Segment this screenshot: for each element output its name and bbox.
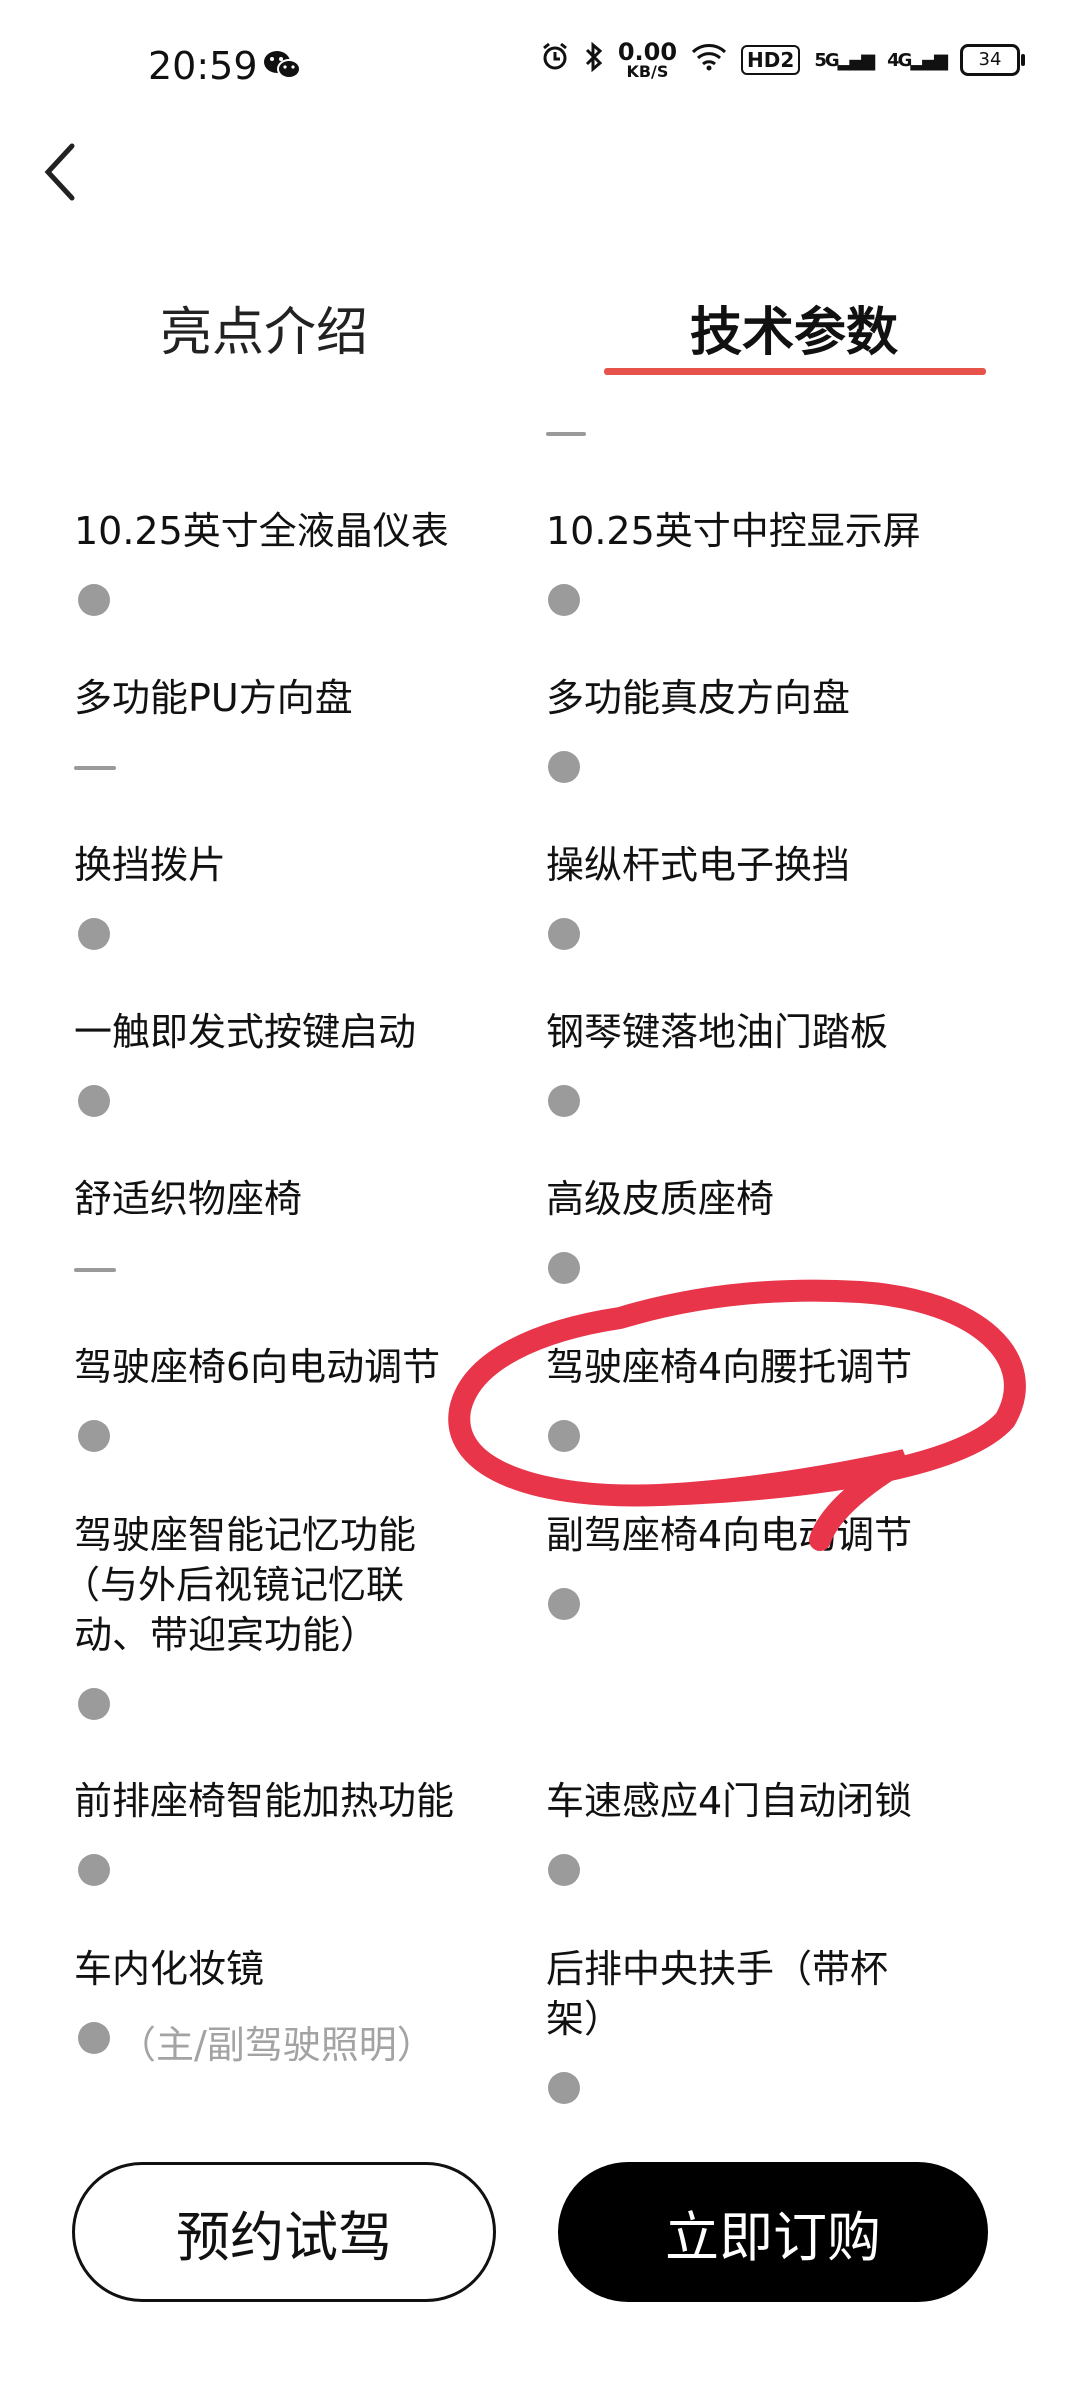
spec-label: 换挡拨片: [74, 843, 227, 887]
spec-label: 车速感应4门自动闭锁: [546, 1779, 913, 1823]
spec-label: 车内化妆镜: [74, 1947, 265, 1991]
spec-note: （主/副驾驶照明）: [118, 2023, 435, 2067]
spec-dot: [548, 1588, 580, 1620]
spec-dot: [548, 918, 580, 950]
spec-dot: [548, 1854, 580, 1886]
spec-label: （与外后视镜记忆联: [62, 1563, 405, 1607]
spec-dash: [74, 766, 116, 770]
spec-label: 高级皮质座椅: [546, 1177, 775, 1221]
spec-label: 操纵杆式电子换挡: [546, 843, 851, 887]
spec-label: 10.25英寸全液晶仪表: [74, 509, 449, 553]
spec-label: 一触即发式按键启动: [74, 1010, 417, 1054]
spec-dash: [74, 1268, 116, 1272]
spec-label: 钢琴键落地油门踏板: [546, 1010, 889, 1054]
spec-dot: [78, 1085, 110, 1117]
spec-dot: [548, 1085, 580, 1117]
spec-label: 架）: [546, 1997, 623, 2041]
test-drive-button[interactable]: 预约试驾: [72, 2162, 496, 2302]
spec-label: 驾驶座智能记忆功能: [74, 1513, 417, 1557]
buy-now-button[interactable]: 立即订购: [558, 2162, 988, 2302]
spec-label: 驾驶座椅6向电动调节: [74, 1345, 441, 1389]
spec-dot: [78, 1420, 110, 1452]
spec-dot: [78, 584, 110, 616]
spec-label: 动、带迎宾功能）: [74, 1613, 379, 1657]
spec-dot: [78, 918, 110, 950]
spec-label: 多功能真皮方向盘: [546, 676, 851, 720]
spec-label: 前排座椅智能加热功能: [74, 1779, 455, 1823]
spec-dot: [78, 1688, 110, 1720]
spec-label: 驾驶座椅4向腰托调节: [546, 1345, 913, 1389]
spec-label: 舒适织物座椅: [74, 1177, 303, 1221]
spec-label: 多功能PU方向盘: [74, 676, 353, 720]
spec-dot: [78, 2022, 110, 2054]
spec-label: 后排中央扶手（带杯: [546, 1947, 889, 1991]
spec-label: 副驾座椅4向电动调节: [546, 1513, 913, 1557]
spec-grid: 10.25英寸全液晶仪表 10.25英寸中控显示屏 多功能PU方向盘 多功能真皮…: [0, 0, 1080, 2400]
spec-dot: [548, 2072, 580, 2104]
spec-dot: [78, 1854, 110, 1886]
spec-dot: [548, 1252, 580, 1284]
spec-dot: [548, 751, 580, 783]
spec-dot: [548, 1420, 580, 1452]
spec-label: 10.25英寸中控显示屏: [546, 509, 921, 553]
spec-dot: [548, 584, 580, 616]
